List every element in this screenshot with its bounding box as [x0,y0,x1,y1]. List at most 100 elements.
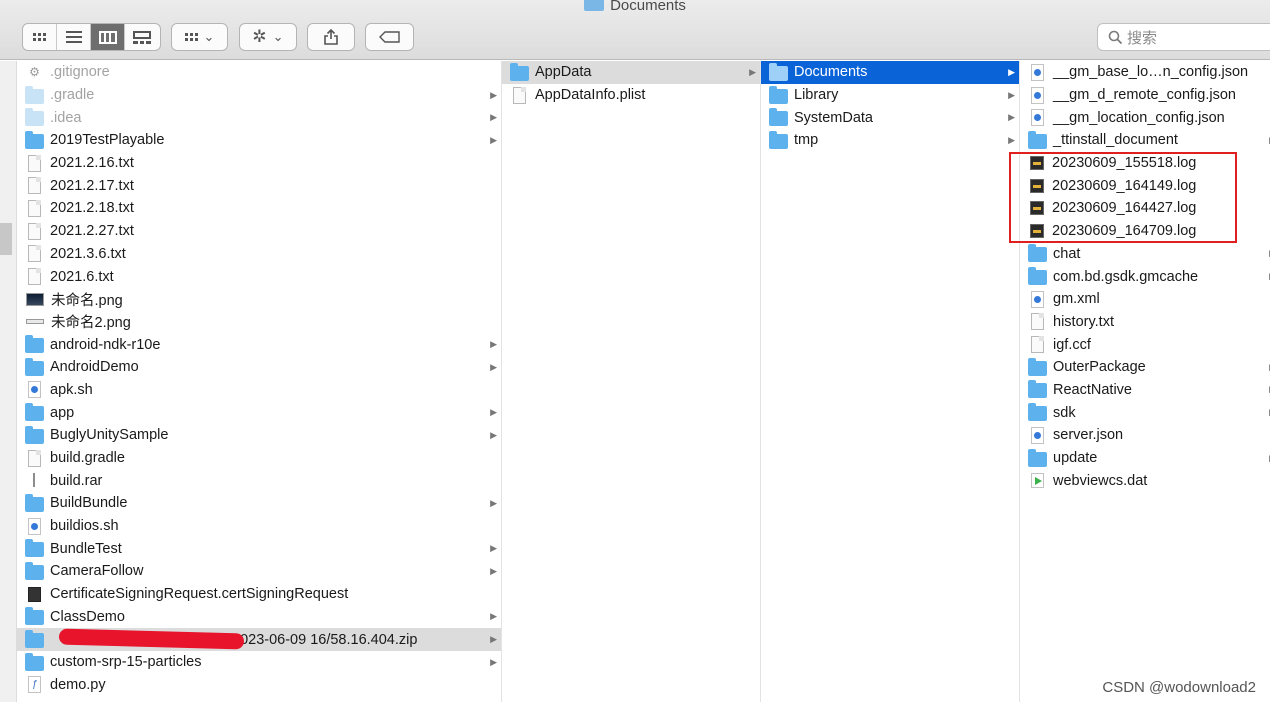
image-icon [26,319,44,325]
redaction-mark [58,628,245,650]
file-row[interactable]: custom-srp-15-particles ▶ [17,651,501,674]
file-row[interactable]: apk.sh [17,379,501,402]
file-row[interactable]: android-ndk-r10e ▶ [17,333,501,356]
file-row[interactable]: 20230609_164709.log [1020,220,1270,243]
script-icon [1031,86,1044,104]
file-row[interactable]: gm.xml [1020,288,1270,311]
file-row[interactable]: buildios.sh [17,515,501,538]
folder-icon [25,652,44,671]
file-row[interactable]: build.gradle [17,447,501,470]
log-icon [1030,224,1044,239]
folder-icon [769,85,788,104]
file-row[interactable]: AppData ▶ [502,61,760,84]
file-row[interactable]: __gm_location_config.json [1020,106,1270,129]
file-name: __gm_location_config.json [1053,109,1225,126]
file-name: 2019TestPlayable [50,132,165,149]
file-row[interactable]: CertificateSigningRequest.certSigningReq… [17,583,501,606]
file-row[interactable]: ƒ demo.py [17,674,501,697]
grid-icon [184,33,198,41]
file-row[interactable]: ClassDemo ▶ [17,606,501,629]
gallery-view-button[interactable] [125,24,159,50]
folder-icon [510,62,529,81]
disclosure-arrow-icon: ▶ [490,429,497,440]
folder-icon [25,108,44,127]
file-row[interactable]: sdk▶ [1020,401,1270,424]
file-row[interactable]: AppDataInfo.plist [502,84,760,107]
file-name: BundleTest [50,540,122,557]
file-row[interactable]: com.bd.gsdk.gmcache▶ [1020,265,1270,288]
folder-icon [25,335,44,354]
folder-icon [1028,403,1047,422]
disclosure-arrow-icon: ▶ [1008,134,1015,145]
file-row[interactable]: tmp ▶ [761,129,1019,152]
log-icon [1030,201,1044,216]
script-icon [1031,63,1044,81]
file-row[interactable]: 2021.2.27.txt [17,220,501,243]
file-row[interactable]: ⚙ .gitignore [17,61,501,84]
file-row[interactable]: 2021.2.17.txt [17,174,501,197]
file-row[interactable]: 未命名.png [17,288,501,311]
file-row[interactable]: Documents ▶ [761,61,1019,84]
file-row[interactable]: 2021.2.16.txt [17,152,501,175]
folder-icon [25,425,44,444]
file-name: 20230609_164427.log [1052,200,1197,217]
file-row[interactable]: 2021.3.6.txt [17,243,501,266]
file-row[interactable]: update▶ [1020,447,1270,470]
file-name: CertificateSigningRequest.certSigningReq… [50,586,349,603]
tag-button[interactable] [365,23,414,51]
file-row[interactable]: chat▶ [1020,243,1270,266]
file-row[interactable]: 2023-06-09 16/58.16.404.zip ▶ [17,628,501,651]
file-row[interactable]: 2019TestPlayable ▶ [17,129,501,152]
file-row[interactable]: ReactNative▶ [1020,379,1270,402]
file-name: 20230609_164149.log [1052,177,1197,194]
file-row[interactable]: 20230609_164149.log [1020,174,1270,197]
file-row[interactable]: CameraFollow ▶ [17,560,501,583]
share-button[interactable] [307,23,355,51]
file-row[interactable]: .gradle ▶ [17,84,501,107]
column-view-button[interactable] [91,24,125,50]
folder-icon [584,0,605,11]
icon-view-button[interactable] [23,24,57,50]
disclosure-arrow-icon: ▶ [490,361,497,372]
list-view-button[interactable] [57,24,91,50]
file-row[interactable]: app ▶ [17,401,501,424]
search-field[interactable]: 搜索 [1097,23,1270,51]
file-row[interactable]: 2021.2.18.txt [17,197,501,220]
file-row[interactable]: 20230609_155518.log [1020,152,1270,175]
file-row[interactable]: AndroidDemo ▶ [17,356,501,379]
disclosure-arrow-icon: ▶ [490,565,497,576]
file-row[interactable]: BuglyUnitySample ▶ [17,424,501,447]
file-row[interactable]: SystemData ▶ [761,106,1019,129]
column-2: AppData ▶ AppDataInfo.plist [502,61,761,702]
file-row[interactable]: 未命名2.png [17,311,501,334]
file-row[interactable]: .idea ▶ [17,106,501,129]
file-name: 2023-06-09 16/58.16.404.zip [232,631,418,648]
file-row[interactable]: __gm_d_remote_config.json [1020,84,1270,107]
file-row[interactable]: _ttinstall_document▶ [1020,129,1270,152]
image-icon [26,292,44,306]
file-name: AppData [535,64,592,81]
file-row[interactable]: build.rar [17,469,501,492]
sidebar-resize-handle[interactable] [0,223,12,255]
file-row[interactable]: igf.ccf [1020,333,1270,356]
file-row[interactable]: BundleTest ▶ [17,537,501,560]
file-name: 2021.3.6.txt [50,245,126,262]
file-row[interactable]: BuildBundle ▶ [17,492,501,515]
group-by-button[interactable]: ⌄ [171,23,228,51]
file-row[interactable]: history.txt [1020,311,1270,334]
file-row[interactable]: OuterPackage▶ [1020,356,1270,379]
file-name: __gm_d_remote_config.json [1053,87,1236,104]
file-row[interactable]: 20230609_164427.log [1020,197,1270,220]
grid-icon [33,33,46,41]
file-row[interactable]: 2021.6.txt [17,265,501,288]
file-row[interactable]: Library ▶ [761,84,1019,107]
action-menu-button[interactable]: ✲ ⌄ [239,23,297,51]
file-name: .gradle [50,87,95,104]
file-row[interactable]: __gm_base_lo…n_config.json [1020,61,1270,84]
file-row[interactable]: server.json [1020,424,1270,447]
gear-icon: ⚙ [29,64,40,79]
folder-icon [25,403,44,422]
disclosure-arrow-icon: ▶ [490,407,497,418]
file-row[interactable]: webviewcs.dat [1020,469,1270,492]
file-name: apk.sh [50,381,93,398]
